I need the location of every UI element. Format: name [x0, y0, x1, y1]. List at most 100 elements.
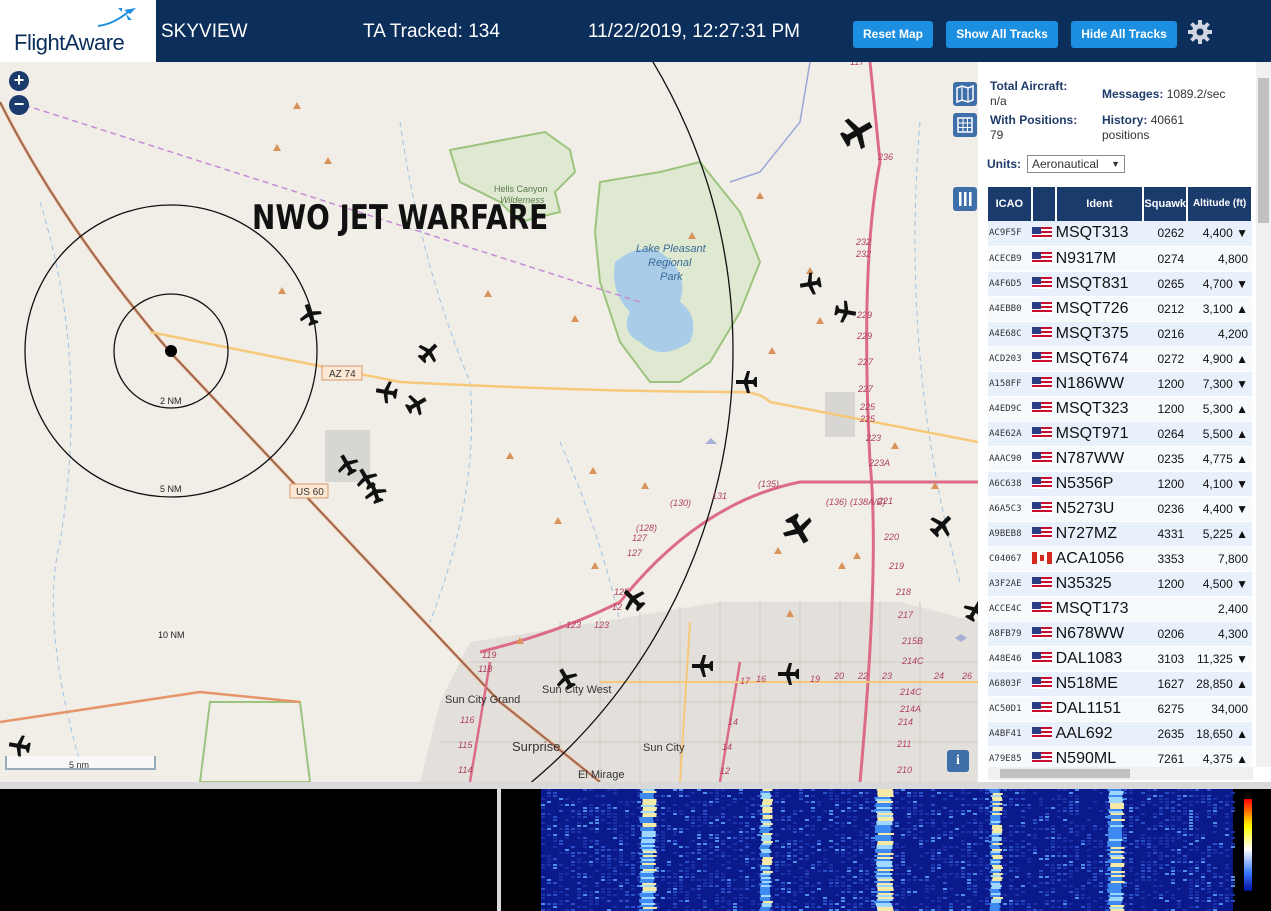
usa-flag-icon [1031, 602, 1052, 615]
svg-text:218: 218 [895, 587, 911, 597]
col-altitude[interactable]: Altitude (ft) [1187, 187, 1253, 221]
col-icao[interactable]: ICAO [988, 187, 1033, 221]
spectrum-waterfall [501, 789, 1271, 911]
svg-text:(128): (128) [636, 523, 657, 533]
ident-cell: N590ML [1055, 746, 1144, 767]
scrollbar-thumb[interactable] [1000, 769, 1130, 778]
flag-cell [1031, 571, 1056, 597]
flag-cell [1031, 271, 1056, 297]
table-row[interactable]: A4E62A MSQT971 0264 5,500 ▲ [988, 421, 1252, 447]
squawk-cell [1143, 596, 1188, 622]
flag-cell [1031, 621, 1056, 647]
col-flag[interactable] [1031, 187, 1057, 221]
icao-cell: A4E68C [988, 321, 1032, 347]
show-all-tracks-button[interactable]: Show All Tracks [946, 21, 1058, 48]
table-row[interactable]: A48E46 DAL1083 3103 11,325 ▼ [988, 646, 1252, 672]
map-layers-button[interactable] [953, 82, 977, 106]
svg-text:225: 225 [859, 414, 876, 424]
hells-canyon-label-1: Hells Canyon [494, 184, 548, 194]
sidebar-horizontal-scrollbar[interactable] [988, 767, 1253, 780]
squawk-cell: 1200 [1143, 571, 1188, 597]
col-squawk[interactable]: Squawk [1143, 187, 1189, 221]
ident-cell: MSQT375 [1055, 321, 1144, 347]
table-row[interactable]: AAAC90 N787WW 0235 4,775 ▲ [988, 446, 1252, 472]
table-row[interactable]: A6A5C3 N5273U 0236 4,400 ▼ [988, 496, 1252, 522]
airport-icon [705, 438, 717, 444]
scale-label: 5 nm [69, 760, 90, 770]
units-select[interactable]: Aeronautical ▼ [1027, 155, 1125, 173]
svg-text:115: 115 [458, 740, 473, 750]
svg-text:127: 127 [632, 533, 648, 543]
ident-cell: MSQT971 [1055, 421, 1144, 447]
history-value: 40661 [1150, 113, 1185, 127]
scrollbar-thumb[interactable] [1258, 78, 1269, 223]
table-row[interactable]: ACD203 MSQT674 0272 4,900 ▲ [988, 346, 1252, 372]
columns-toggle-button[interactable] [953, 187, 977, 211]
table-row[interactable]: ACECB9 N9317M 0274 4,800 [988, 246, 1252, 272]
altitude-cell: 4,775 ▲ [1187, 446, 1252, 472]
svg-text:24: 24 [933, 671, 944, 681]
table-header-row: ICAO Ident Squawk Altitude (ft) [988, 187, 1253, 221]
svg-text:19: 19 [810, 674, 820, 684]
usa-flag-icon [1031, 352, 1052, 365]
gear-icon[interactable] [1187, 19, 1213, 45]
table-row[interactable]: AC50D1 DAL1151 6275 34,000 [988, 696, 1252, 722]
table-row[interactable]: AC9F5F MSQT313 0262 4,400 ▼ [988, 221, 1252, 247]
receiver-marker [165, 345, 177, 357]
table-row[interactable]: A9BEB8 N727MZ 4331 5,225 ▲ [988, 521, 1252, 547]
flag-cell [1031, 421, 1056, 447]
table-row[interactable]: A6C638 N5356P 1200 4,100 ▼ [988, 471, 1252, 497]
table-row[interactable]: A4EBB0 MSQT726 0212 3,100 ▲ [988, 296, 1252, 322]
table-row[interactable]: A4BF41 AAL692 2635 18,650 ▲ [988, 721, 1252, 747]
icao-cell: ACCE4C [988, 596, 1032, 622]
range-grid-button[interactable] [953, 113, 977, 137]
brand-text: FlightAware [14, 30, 125, 55]
svg-text:211: 211 [896, 739, 911, 749]
table-row[interactable]: A158FF N186WW 1200 7,300 ▼ [988, 371, 1252, 397]
svg-text:127: 127 [627, 548, 643, 558]
altitude-cell: 5,300 ▲ [1187, 396, 1252, 422]
units-value: Aeronautical [1032, 157, 1099, 171]
info-button[interactable]: i [947, 750, 969, 772]
usa-flag-icon [1031, 377, 1052, 390]
squawk-cell: 0212 [1143, 296, 1188, 322]
canada-flag-icon [1031, 552, 1052, 565]
svg-text:20: 20 [833, 671, 844, 681]
table-row[interactable]: A4F6D5 MSQT831 0265 4,700 ▼ [988, 271, 1252, 297]
sidebar-vertical-scrollbar[interactable] [1256, 62, 1271, 767]
table-row[interactable]: A4E68C MSQT375 0216 4,200 [988, 321, 1252, 347]
chevron-down-icon: ▼ [1111, 159, 1120, 169]
table-row[interactable]: ACCE4C MSQT173 2,400 [988, 596, 1252, 622]
squawk-cell: 0264 [1143, 421, 1188, 447]
table-row[interactable]: A79E85 N590ML 7261 4,375 ▲ [988, 746, 1252, 767]
map-view[interactable]: 2 NM 5 NM 10 NM AZ 74 US 60 Lake Pleasan… [0, 62, 978, 782]
road-south-west [0, 690, 301, 724]
table-row[interactable]: A6803F N518ME 1627 28,850 ▲ [988, 671, 1252, 697]
icao-cell: AC50D1 [988, 696, 1032, 722]
squawk-cell: 0265 [1143, 271, 1188, 297]
flightaware-logo[interactable]: FlightAware [0, 0, 156, 62]
clock: 11/22/2019, 12:27:31 PM [588, 21, 800, 42]
icao-cell: C04067 [988, 546, 1032, 572]
usa-flag-icon [1031, 277, 1052, 290]
aircraft-table-wrap[interactable]: ICAO Ident Squawk Altitude (ft) AC9F5F MS… [988, 187, 1253, 767]
svg-text:225: 225 [859, 402, 876, 412]
hide-all-tracks-button[interactable]: Hide All Tracks [1071, 21, 1177, 48]
icao-cell: A6803F [988, 671, 1032, 697]
zoom-in-button[interactable]: + [9, 71, 29, 91]
altitude-cell: 5,225 ▲ [1187, 521, 1252, 547]
icao-cell: AC9F5F [988, 221, 1032, 247]
squawk-cell: 1627 [1143, 671, 1188, 697]
table-row[interactable]: A4ED9C MSQT323 1200 5,300 ▲ [988, 396, 1252, 422]
grid-icon [957, 117, 973, 133]
reset-map-button[interactable]: Reset Map [853, 21, 933, 48]
zoom-out-button[interactable]: − [9, 95, 29, 115]
table-row[interactable]: C04067 ACA1056 3353 7,800 [988, 546, 1252, 572]
flag-cell [1031, 371, 1056, 397]
altitude-cell: 4,400 ▼ [1187, 496, 1252, 522]
table-row[interactable]: A3F2AE N35325 1200 4,500 ▼ [988, 571, 1252, 597]
col-ident[interactable]: Ident [1055, 187, 1145, 221]
columns-icon [959, 192, 972, 206]
svg-text:227: 227 [857, 357, 874, 367]
table-row[interactable]: A8FB79 N678WW 0206 4,300 [988, 621, 1252, 647]
